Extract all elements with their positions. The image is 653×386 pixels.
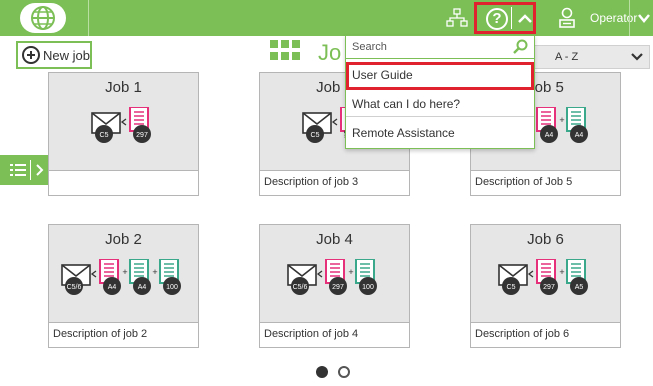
search-icon[interactable] [512,39,528,55]
plus-icon: + [122,267,127,277]
network-icon[interactable] [446,8,468,28]
page-title: Jo [318,40,342,65]
plus-icon: + [559,115,564,125]
insert-arrow-icon [331,118,338,126]
help-menu-item-remote-assistance[interactable]: Remote Assistance [346,120,534,146]
new-job-label: New job [43,47,90,63]
chevron-up-icon[interactable] [516,10,534,28]
envelope-size-label: C5/6 [67,284,82,291]
envelope-size-label: C5 [100,132,109,139]
list-icon [10,164,26,176]
job-description: Description of job 2 [53,328,148,340]
document-badge-label: 297 [332,284,344,291]
job-description: Description of job 6 [475,328,570,340]
envelope-size-label: C5/6 [293,284,308,291]
insert-arrow-icon [90,270,97,278]
page-dot-active[interactable] [316,366,328,378]
help-menu-item-label: Remote Assistance [352,126,455,140]
page-dot[interactable] [338,366,350,378]
help-menu-item-what-can-i-do[interactable]: What can I do here? [346,91,534,117]
document-badge-label: A4 [138,284,147,291]
operator-icon [559,7,575,28]
envelope-size-label: C5 [311,132,320,139]
help-menu-item-label: User Guide [352,68,413,82]
document-badge-label: 297 [543,284,555,291]
job-card[interactable]: Job 6 C5 297 + A5 Description of job 6 [470,224,621,348]
plus-icon: + [152,267,157,277]
help-search-placeholder: Search [352,41,387,53]
side-panel-toggle[interactable] [0,155,48,185]
job-name: Job 2 [105,231,142,248]
help-menu-item-user-guide[interactable]: User Guide [346,62,534,90]
help-search-input[interactable]: Search [346,36,534,59]
help-divider [511,7,512,29]
job-description [49,171,198,195]
insert-arrow-icon [316,270,323,278]
envelope-size-label: C5 [507,284,516,291]
job-card[interactable]: Job 2 C5/6 A4 + A4 +100 Description of job 2 [48,224,199,348]
globe-icon [31,6,55,30]
chevron-right-icon [36,164,44,176]
insert-arrow-icon [120,118,127,126]
add-icon [22,46,40,64]
insert-arrow-icon [527,270,534,278]
job-card[interactable]: Job 4 C5/6 297 +100 Description of job 4 [259,224,410,348]
job-content-icons: C5/6 297 +100 [287,259,377,295]
document-badge-label: 100 [362,284,374,291]
job-description: Description of job 3 [264,176,359,188]
job-name: Job 6 [527,231,564,248]
document-badge-label: A4 [545,132,554,139]
sort-select[interactable]: A - Z [530,45,650,69]
job-content-icons: C5 297 + A5 [498,259,588,295]
job-content-icons: C5/6 A4 + A4 +100 [61,259,181,295]
document-badge-label: 100 [166,284,178,291]
home-logo-button[interactable] [20,3,66,33]
document-badge-label: A5 [575,284,584,291]
job-description: Description of Job 5 [475,176,573,188]
job-content-icons: C5 297 [91,107,151,143]
help-menu-item-label: What can I do here? [352,97,461,111]
job-card[interactable]: Job 1 C5 297 [48,72,199,196]
help-button[interactable]: ? [474,2,536,34]
side-tab-divider [30,160,31,180]
sort-label: A - Z [555,51,579,63]
document-badge-label: 297 [136,132,148,139]
help-menu: Search User Guide What can I do here? Re… [345,35,535,149]
chevron-down-icon [631,53,643,61]
document-badge-label: A4 [575,132,584,139]
job-description: Description of job 4 [264,328,359,340]
plus-icon: + [348,267,353,277]
grid-view-icon [270,40,300,60]
job-name: Job 1 [105,79,142,96]
operator-label[interactable]: Operator [590,11,637,25]
topbar-divider-right [629,0,630,36]
topbar-divider [88,0,89,36]
plus-icon: + [559,267,564,277]
help-icon: ? [486,8,508,30]
top-bar: ? Operator [0,0,653,36]
chevron-down-icon[interactable] [636,11,652,25]
new-job-button[interactable]: New job [16,41,92,69]
job-name: Job 4 [316,231,353,248]
document-badge-label: A4 [108,284,117,291]
